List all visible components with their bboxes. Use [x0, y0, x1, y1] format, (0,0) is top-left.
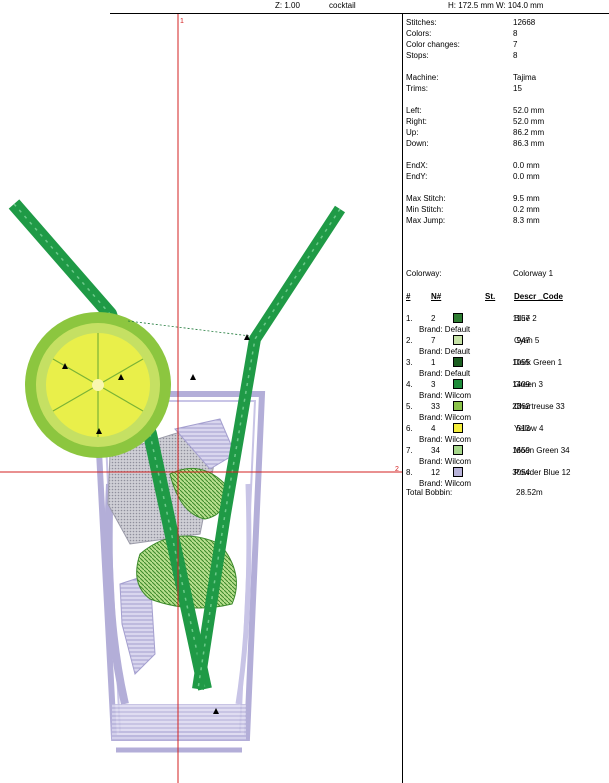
design-info-panel: Stitches: 12668 Colors: 8 Color changes: 7 …	[406, 14, 606, 783]
zoom-readout: Z: 1.00	[275, 1, 300, 10]
color-row[interactable]: 7. 34 1659 Moon Green 34 Brand: Wilcom	[406, 445, 606, 467]
color-swatch	[453, 401, 463, 411]
design-name: cocktail	[329, 1, 356, 10]
color-swatch	[453, 379, 463, 389]
info-row-machine: Machine: Tajima	[406, 73, 537, 82]
col-header-stitches: St.	[485, 292, 496, 301]
info-row-endx: EndX: 0.0 mm	[406, 161, 540, 170]
lime-slice	[25, 312, 171, 458]
info-row-min-stitch: Min Stitch: 0.2 mm	[406, 205, 540, 214]
total-bobbin: Total Bobbin: 28.52m	[406, 488, 543, 497]
color-swatch	[453, 467, 463, 477]
info-row-down: Down: 86.3 mm	[406, 139, 545, 148]
color-row[interactable]: 1. 2 1157 Blue 2 Brand: Default	[406, 313, 606, 335]
panel-divider	[402, 14, 403, 783]
col-header-index: #	[406, 292, 411, 301]
embroidery-preview: 1 2	[0, 14, 402, 783]
color-row[interactable]: 2. 7 947 Cyan 5 Brand: Default	[406, 335, 606, 357]
col-header-description: Descr _Code	[514, 292, 563, 301]
axis-v-label: 1	[180, 18, 184, 25]
info-row-right: Right: 52.0 mm	[406, 117, 545, 126]
status-bar: Z: 1.00 cocktail H: 172.5 mm W: 104.0 mm	[110, 0, 609, 14]
color-swatch	[453, 357, 463, 367]
info-row-stitches: Stitches: 12668	[406, 18, 536, 27]
color-row[interactable]: 6. 4 513 Yellow 4 Brand: Wilcom	[406, 423, 606, 445]
info-row-up: Up: 86.2 mm	[406, 128, 545, 137]
color-row[interactable]: 4. 3 1409 Green 3 Brand: Wilcom	[406, 379, 606, 401]
color-swatch	[453, 313, 463, 323]
color-row[interactable]: 3. 1 1055 Dark Green 1 Brand: Default	[406, 357, 606, 379]
info-row-stops: Stops: 8	[406, 51, 518, 60]
color-row[interactable]: 8. 12 3054 Powder Blue 12 Brand: Wilcom	[406, 467, 606, 489]
color-row[interactable]: 5. 33 2862 Chartreuse 33 Brand: Wilcom	[406, 401, 606, 423]
col-header-number: N#	[431, 292, 442, 301]
info-row-max-jump: Max Jump: 8.3 mm	[406, 216, 540, 225]
color-swatch	[453, 423, 463, 433]
design-canvas[interactable]: 1 2	[0, 14, 402, 783]
info-row-endy: EndY: 0.0 mm	[406, 172, 540, 181]
info-row-left: Left: 52.0 mm	[406, 106, 545, 115]
design-size: H: 172.5 mm W: 104.0 mm	[448, 1, 544, 10]
info-row-colors: Colors: 8	[406, 29, 518, 38]
color-swatch	[453, 335, 463, 345]
info-row-color-changes: Color changes: 7	[406, 40, 518, 49]
axis-h-label: 2	[395, 466, 399, 473]
info-row-trims: Trims: 15	[406, 84, 522, 93]
info-row-max-stitch: Max Stitch: 9.5 mm	[406, 194, 540, 203]
color-swatch	[453, 445, 463, 455]
info-row-colorway: Colorway: Colorway 1	[406, 269, 554, 278]
